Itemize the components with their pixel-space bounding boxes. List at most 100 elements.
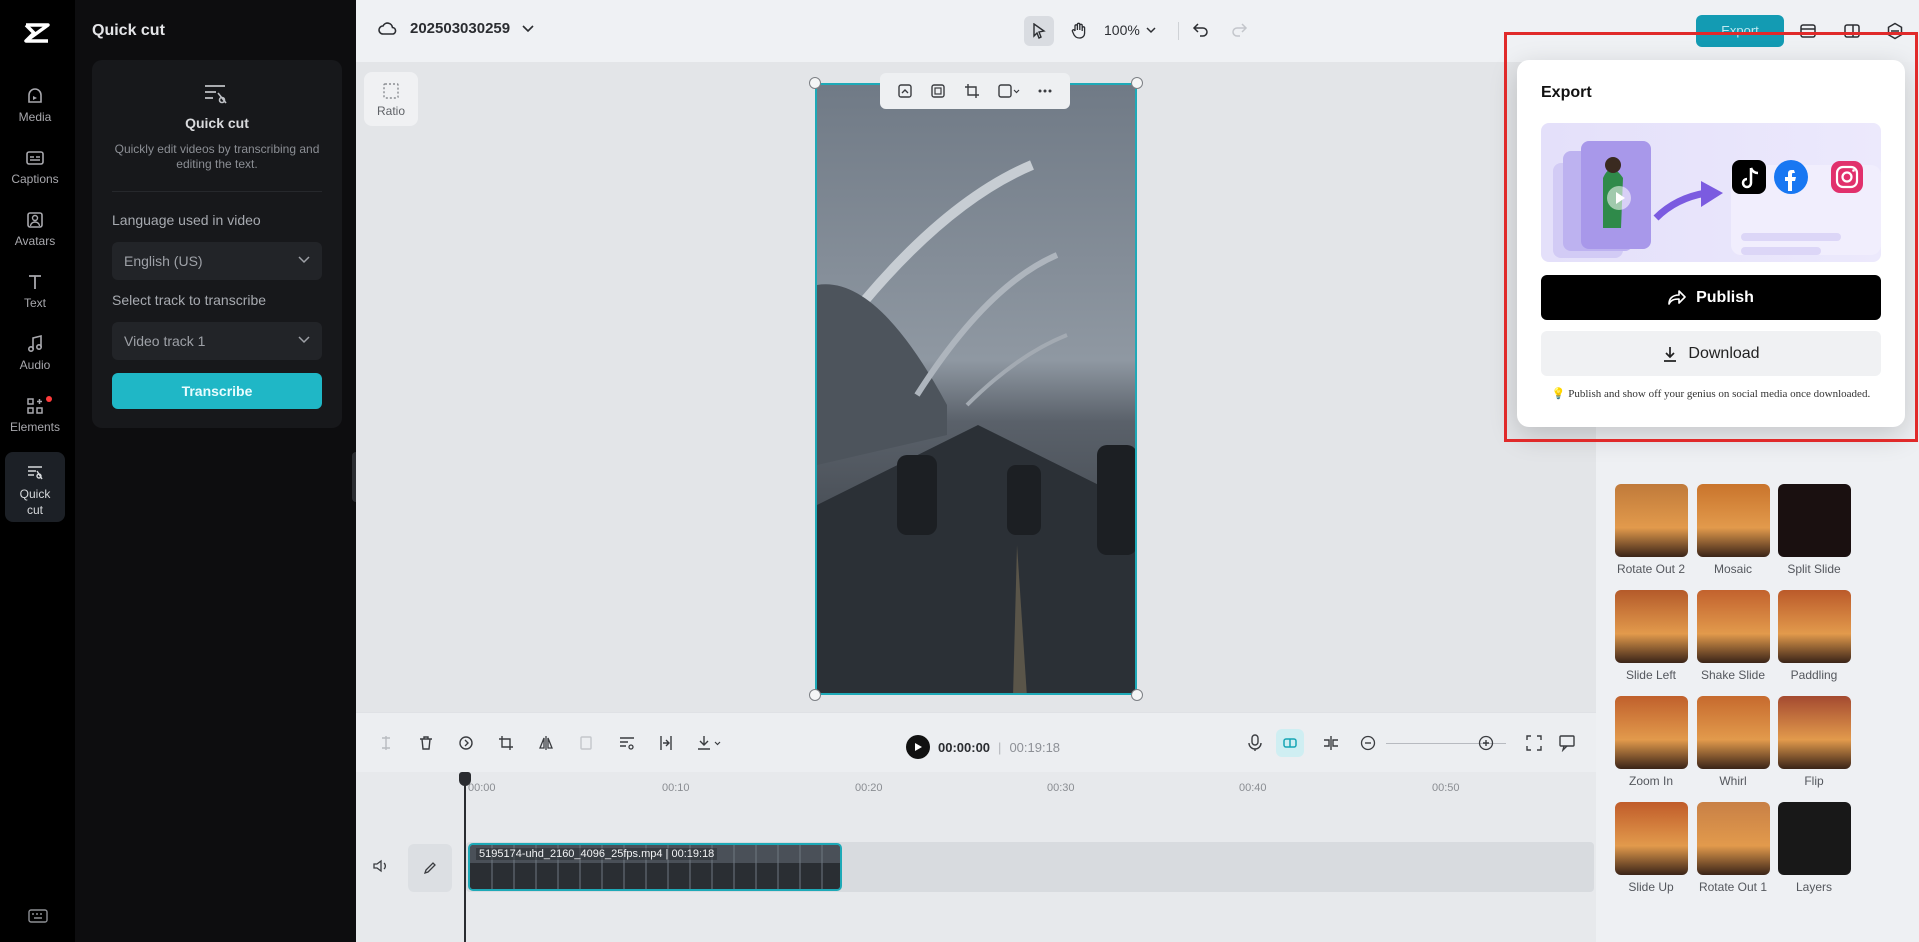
transition-label: Paddling [1790, 668, 1838, 682]
timeline[interactable]: 00:00 00:10 00:20 00:30 00:40 00:50 5195… [356, 772, 1596, 942]
transition-item[interactable]: Split Slide [1776, 484, 1852, 576]
zoom-out-icon[interactable] [1360, 735, 1376, 751]
transition-thumbnail [1696, 484, 1770, 557]
ruler-tick: 00:10 [662, 782, 690, 794]
quick-cut-icon[interactable] [618, 735, 636, 751]
undo-button[interactable] [1192, 20, 1210, 38]
pencil-icon [423, 862, 436, 875]
transition-item[interactable]: Slide Left [1613, 590, 1689, 682]
capcut-logo-icon[interactable] [22, 18, 52, 48]
transition-item[interactable]: Slide Up [1613, 802, 1689, 894]
rail-item-audio[interactable]: Audio [5, 334, 65, 384]
project-title[interactable]: 202503030259 [378, 20, 534, 37]
chevron-down-icon [1146, 26, 1156, 33]
play-button[interactable] [906, 735, 930, 759]
transition-thumbnail [1777, 802, 1851, 875]
transition-label: Zoom In [1628, 774, 1673, 788]
crop-icon[interactable] [498, 735, 514, 751]
clip-name: 5195174-uhd_2160_4096_25fps.mp4 [479, 848, 663, 860]
zoom-select[interactable]: 100% [1104, 22, 1156, 38]
preview-canvas: Ratio [356, 62, 1596, 712]
select-tool-button[interactable] [1024, 16, 1054, 46]
ratio-button[interactable]: Ratio [364, 72, 418, 126]
playhead[interactable] [464, 772, 466, 942]
card-description: Quickly edit videos by transcribing and … [114, 142, 320, 171]
playback-time: 00:00:00 | 00:19:18 [906, 735, 1060, 759]
transition-item[interactable]: Layers [1776, 802, 1852, 894]
transition-thumbnail [1614, 802, 1688, 875]
language-select[interactable]: English (US) [112, 242, 322, 280]
play-icon [915, 743, 922, 751]
resize-handle[interactable] [1131, 689, 1143, 701]
transition-item[interactable]: Paddling [1776, 590, 1852, 682]
fit-icon[interactable] [930, 83, 946, 99]
hand-tool-button[interactable] [1064, 16, 1094, 46]
track-label: Select track to transcribe [112, 292, 267, 308]
transition-item[interactable]: Rotate Out 2 [1613, 484, 1689, 576]
fullscreen-icon[interactable] [1526, 735, 1542, 751]
transition-item[interactable]: Shake Slide [1695, 590, 1771, 682]
rail-item-avatars[interactable]: Avatars [5, 210, 65, 260]
rail-item-media[interactable]: Media [5, 86, 65, 136]
rail-item-quick-cut[interactable]: Quick cut [5, 452, 65, 522]
replace-icon[interactable] [897, 83, 913, 99]
transition-label: Mosaic [1713, 562, 1752, 576]
trim-icon[interactable] [658, 735, 674, 751]
divider [112, 191, 322, 192]
background-icon[interactable] [997, 83, 1020, 99]
cloud-icon [378, 21, 397, 35]
transition-label: Whirl [1719, 774, 1747, 788]
language-value: English (US) [124, 253, 203, 269]
transcribe-button[interactable]: Transcribe [112, 373, 322, 409]
mirror-icon[interactable] [538, 735, 554, 751]
transition-item[interactable]: Zoom In [1613, 696, 1689, 788]
quick-cut-panel: Quick cut Quick cut Quickly edit videos … [75, 0, 356, 942]
transition-item[interactable]: Rotate Out 1 [1695, 802, 1771, 894]
speed-icon[interactable] [458, 735, 474, 751]
resize-handle[interactable] [809, 77, 821, 89]
rail-item-label: Avatars [14, 234, 56, 248]
zoom-in-icon[interactable] [1478, 735, 1494, 751]
transition-thumbnail [1777, 484, 1851, 557]
magnet-toggle[interactable] [1276, 729, 1304, 757]
video-clip[interactable]: 5195174-uhd_2160_4096_25fps.mp4 | 00:19:… [468, 843, 842, 891]
timeline-toolbar: 00:00:00 | 00:19:18 [356, 712, 1596, 772]
freeze-icon[interactable] [578, 735, 594, 751]
crop-icon[interactable] [964, 83, 980, 99]
track-select[interactable]: Video track 1 [112, 322, 322, 360]
transition-label: Slide Left [1625, 668, 1677, 682]
link-icon[interactable] [1322, 735, 1340, 751]
avatars-icon [27, 212, 43, 228]
panel-title: Quick cut [92, 22, 165, 39]
transition-item[interactable]: Mosaic [1695, 484, 1771, 576]
edit-track-button[interactable] [408, 844, 452, 892]
playhead-handle[interactable] [459, 772, 471, 786]
rail-item-captions[interactable]: Captions [5, 148, 65, 198]
floating-toolbar [880, 73, 1070, 109]
transition-thumbnail [1777, 696, 1851, 769]
highlight-box [1504, 32, 1918, 442]
transition-item[interactable]: Whirl [1695, 696, 1771, 788]
rail-item-text[interactable]: Text [5, 272, 65, 322]
volume-icon[interactable] [372, 858, 390, 874]
rail-item-elements[interactable]: Elements [5, 396, 65, 446]
resize-handle[interactable] [1131, 77, 1143, 89]
more-icon[interactable] [1037, 83, 1053, 99]
split-icon[interactable] [378, 735, 394, 751]
feedback-icon[interactable] [1558, 734, 1576, 752]
chevron-down-icon [298, 256, 310, 264]
transition-item[interactable]: Flip [1776, 696, 1852, 788]
transition-label: Layers [1795, 880, 1833, 894]
redo-button[interactable] [1230, 20, 1248, 38]
resize-handle[interactable] [809, 689, 821, 701]
rail-item-label: Audio [19, 358, 51, 372]
download-icon[interactable] [696, 735, 724, 751]
delete-icon[interactable] [418, 735, 434, 751]
microphone-icon[interactable] [1248, 734, 1262, 752]
quick-cut-icon [202, 82, 230, 106]
notification-dot [46, 396, 52, 402]
media-icon [28, 88, 42, 103]
undo-icon [1192, 23, 1208, 37]
keyboard-shortcuts-icon[interactable] [28, 908, 48, 924]
video-preview[interactable] [815, 83, 1137, 695]
